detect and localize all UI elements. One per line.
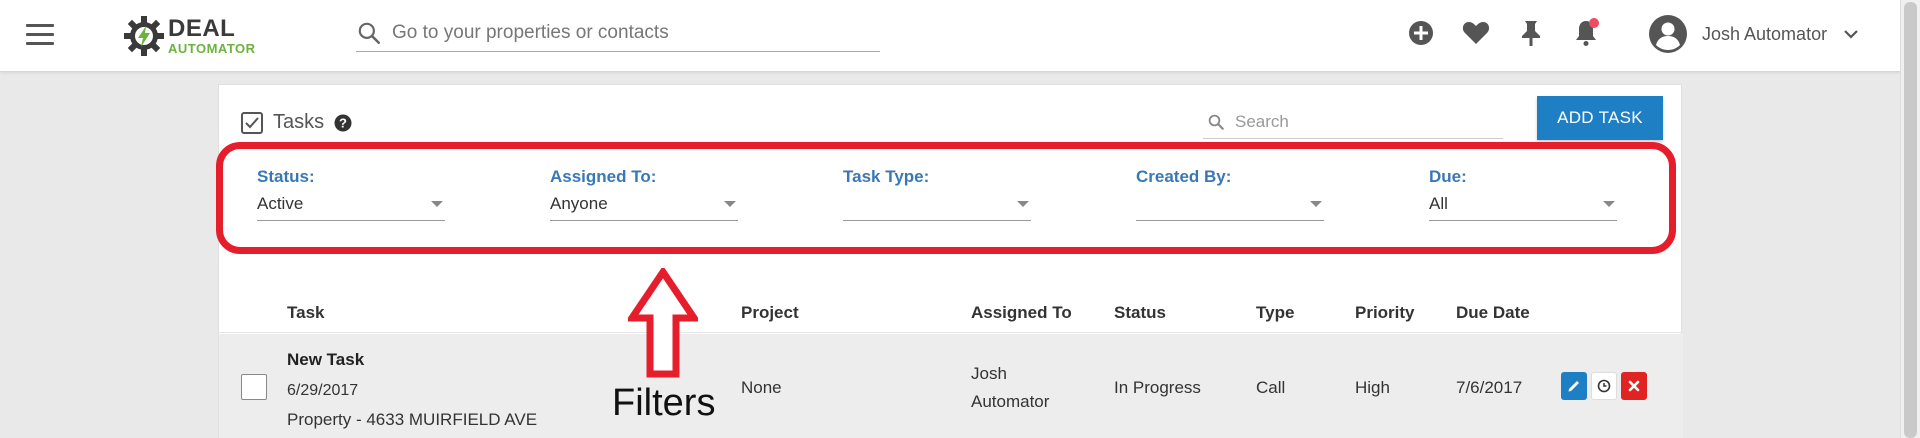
column-header-task[interactable]: Task bbox=[287, 303, 325, 323]
tasks-title: Tasks bbox=[273, 111, 325, 133]
chevron-down-icon bbox=[1844, 30, 1858, 39]
clock-icon bbox=[1597, 379, 1611, 393]
deal-automator-logo[interactable]: DEAL AUTOMATOR bbox=[122, 12, 256, 60]
snooze-task-button[interactable] bbox=[1591, 372, 1617, 400]
status-select[interactable]: Active bbox=[257, 193, 445, 221]
edit-task-button[interactable] bbox=[1561, 372, 1587, 400]
column-header-project[interactable]: Project bbox=[741, 303, 799, 323]
assigned-to-select[interactable]: Anyone bbox=[550, 193, 738, 221]
user-menu[interactable]: Josh Automator bbox=[1648, 14, 1861, 54]
tasks-header: Tasks ? bbox=[241, 111, 352, 134]
column-header-type[interactable]: Type bbox=[1256, 303, 1294, 323]
created-by-select[interactable] bbox=[1136, 193, 1324, 221]
task-status: In Progress bbox=[1114, 378, 1201, 397]
task-search-bar bbox=[1203, 105, 1503, 139]
user-name: Josh Automator bbox=[1702, 23, 1828, 44]
due-select[interactable]: All bbox=[1429, 193, 1617, 221]
dropdown-caret-icon bbox=[1310, 201, 1322, 207]
search-icon bbox=[358, 22, 381, 44]
task-due-date: 7/6/2017 bbox=[1456, 378, 1523, 397]
task-assigned-first: Josh bbox=[971, 364, 1007, 383]
column-header-assigned-to[interactable]: Assigned To bbox=[971, 303, 1072, 323]
dropdown-caret-icon bbox=[1603, 201, 1615, 207]
logo-text-deal: DEAL bbox=[168, 15, 236, 42]
gear-bolt-logo-icon bbox=[124, 16, 164, 56]
global-search-bar bbox=[356, 14, 880, 52]
delete-task-button[interactable] bbox=[1621, 372, 1647, 400]
tasks-panel: Tasks ? ADD TASK Status: Active Assigned… bbox=[218, 84, 1683, 438]
filter-status: Status: Active bbox=[257, 167, 445, 221]
filter-label: Assigned To: bbox=[550, 167, 657, 186]
add-circle-icon[interactable] bbox=[1406, 18, 1436, 48]
heart-icon[interactable] bbox=[1461, 18, 1491, 48]
filter-value: Active bbox=[257, 194, 304, 213]
filter-label: Status: bbox=[257, 167, 315, 186]
svg-text:?: ? bbox=[339, 115, 347, 130]
filter-row: Status: Active Assigned To: Anyone Task … bbox=[257, 167, 1657, 227]
filter-assigned-to: Assigned To: Anyone bbox=[550, 167, 738, 221]
task-type-select[interactable] bbox=[843, 193, 1031, 221]
task-created-date: 6/29/2017 bbox=[287, 382, 359, 399]
filter-label: Created By: bbox=[1136, 167, 1232, 186]
filter-label: Task Type: bbox=[843, 167, 930, 186]
global-search-input[interactable] bbox=[392, 21, 852, 44]
checkbox-tasks-icon bbox=[241, 111, 263, 134]
close-icon bbox=[1628, 380, 1640, 392]
filter-due: Due: All bbox=[1429, 167, 1617, 221]
pencil-icon bbox=[1568, 381, 1579, 392]
logo-text-automator: AUTOMATOR bbox=[168, 41, 256, 56]
row-checkbox[interactable] bbox=[241, 374, 267, 400]
avatar-icon bbox=[1649, 15, 1687, 53]
top-navigation-bar: DEAL AUTOMATOR Josh Automator bbox=[0, 0, 1900, 72]
task-type: Call bbox=[1256, 378, 1286, 397]
dropdown-caret-icon bbox=[1017, 201, 1029, 207]
hamburger-menu-icon[interactable] bbox=[26, 24, 54, 46]
task-name[interactable]: New Task bbox=[287, 350, 364, 370]
pin-icon[interactable] bbox=[1516, 18, 1546, 48]
filter-value: All bbox=[1429, 194, 1448, 213]
task-priority: High bbox=[1355, 378, 1390, 397]
task-search-input[interactable] bbox=[1235, 111, 1485, 132]
scrollbar-thumb[interactable] bbox=[1904, 2, 1917, 438]
page-scrollbar[interactable] bbox=[1900, 0, 1920, 438]
task-property-link[interactable]: Property - 4633 MUIRFIELD AVE bbox=[287, 410, 537, 430]
task-assigned-last: Automator bbox=[971, 392, 1050, 411]
column-header-due-date[interactable]: Due Date bbox=[1456, 303, 1530, 323]
filter-label: Due: bbox=[1429, 167, 1467, 186]
add-task-button[interactable]: ADD TASK bbox=[1537, 96, 1663, 140]
filter-value: Anyone bbox=[550, 194, 608, 213]
notification-bell-icon[interactable] bbox=[1571, 18, 1601, 48]
search-icon bbox=[1208, 114, 1224, 130]
annotation-label: Filters bbox=[612, 382, 716, 424]
dropdown-caret-icon bbox=[724, 201, 736, 207]
task-project: None bbox=[741, 378, 782, 397]
table-header: Task Project Assigned To Status Type Pri… bbox=[219, 293, 1683, 333]
filter-task-type: Task Type: bbox=[843, 167, 1031, 221]
dropdown-caret-icon bbox=[431, 201, 443, 207]
help-question-icon[interactable]: ? bbox=[334, 114, 352, 132]
table-row[interactable]: New Task 6/29/2017 Property - 4633 MUIRF… bbox=[219, 334, 1683, 438]
column-header-priority[interactable]: Priority bbox=[1355, 303, 1415, 323]
column-header-status[interactable]: Status bbox=[1114, 303, 1166, 323]
filter-created-by: Created By: bbox=[1136, 167, 1324, 221]
notification-dot bbox=[1589, 18, 1599, 28]
